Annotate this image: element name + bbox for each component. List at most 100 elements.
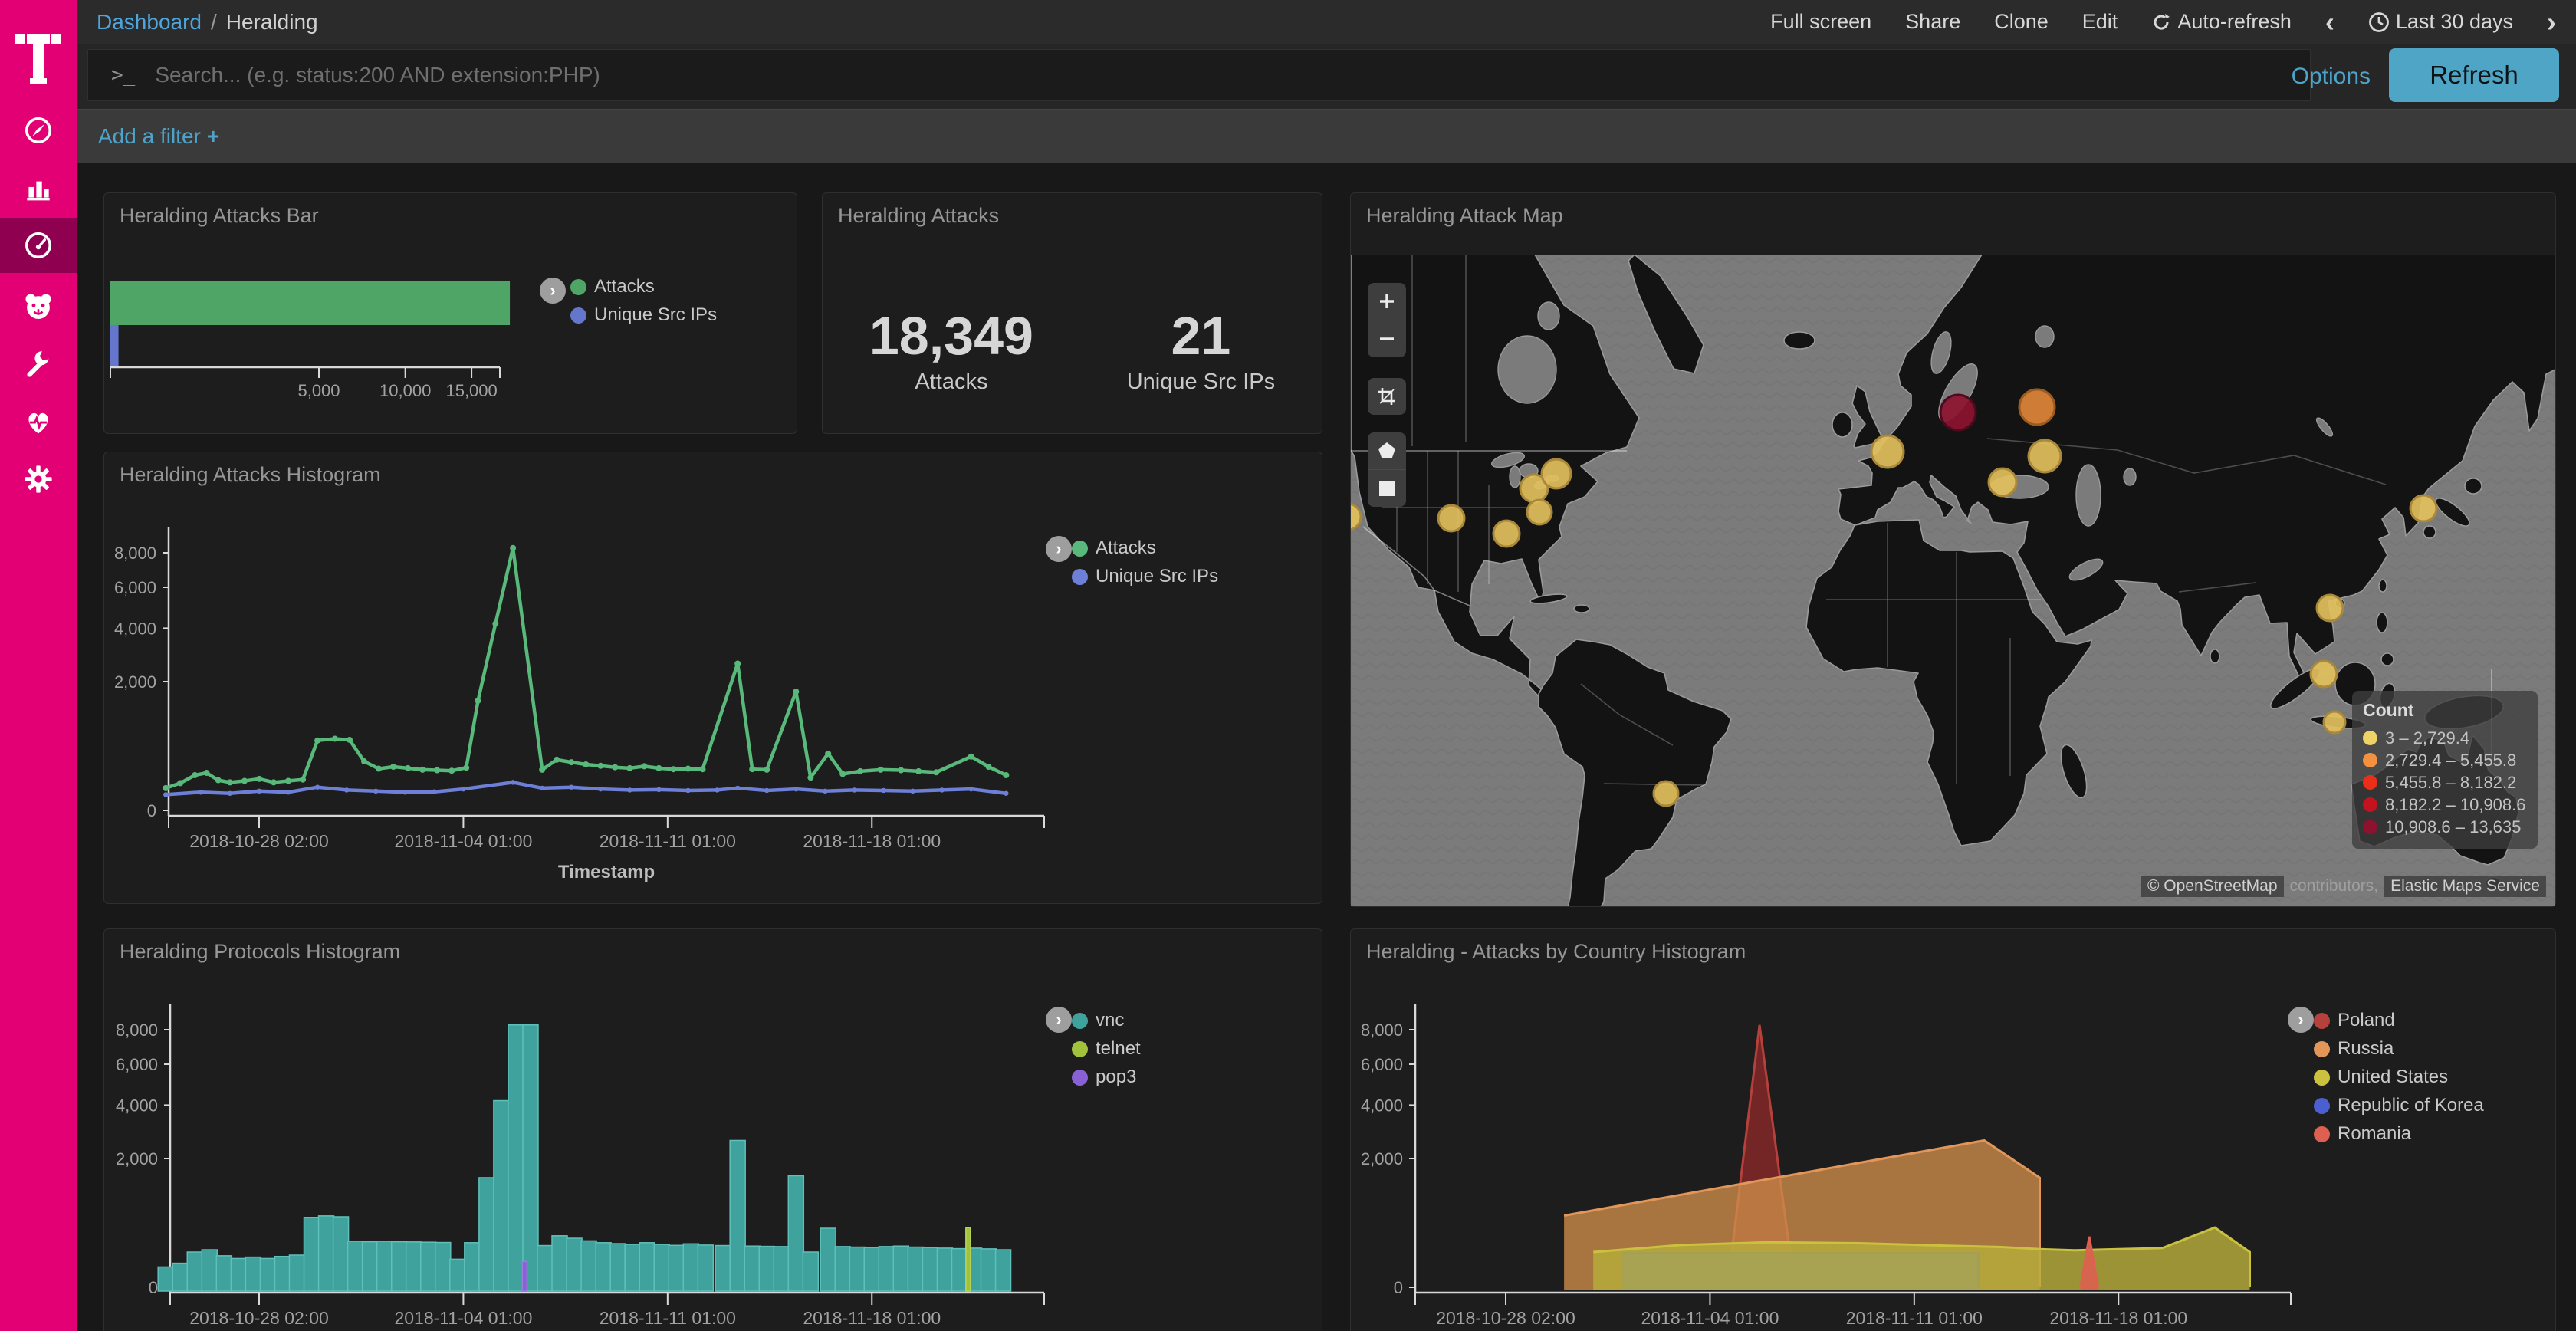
sidebar-item-timelion[interactable] xyxy=(0,279,77,334)
map-attack-dot[interactable] xyxy=(1654,781,1678,806)
svg-text:2018-11-18 01:00: 2018-11-18 01:00 xyxy=(2049,1308,2187,1328)
protocols-histogram-chart[interactable]: 02,0004,0006,0008,0002018-10-28 02:00201… xyxy=(104,928,1322,1331)
legend-collapse-button[interactable]: › xyxy=(540,278,566,304)
map-attack-dot[interactable] xyxy=(1871,435,1904,468)
svg-text:2018-10-28 02:00: 2018-10-28 02:00 xyxy=(189,1308,329,1328)
zoom-out-button[interactable] xyxy=(1368,320,1406,357)
panel-attack-map: Heralding Attack Map xyxy=(1350,192,2556,907)
legend-color-dot xyxy=(570,307,586,324)
panel-title: Heralding Attacks xyxy=(838,204,999,228)
legend-item-pop3[interactable]: pop3 xyxy=(1072,1066,1136,1088)
legend-label: Republic of Korea xyxy=(2338,1095,2484,1116)
sidebar-item-discover[interactable] xyxy=(0,103,77,158)
legend-color-dot xyxy=(1072,1041,1088,1057)
time-next-button[interactable]: › xyxy=(2547,8,2556,36)
map-legend-range: 8,182.2 – 10,908.6 xyxy=(2363,794,2527,816)
sidebar-item-dev-tools[interactable] xyxy=(0,337,77,392)
draw-rectangle-button[interactable] xyxy=(1368,470,1406,507)
legend-range-label: 5,455.8 – 8,182.2 xyxy=(2385,773,2516,793)
add-filter-button[interactable]: Add a filter+ xyxy=(98,124,219,149)
telekom-logo[interactable] xyxy=(14,17,63,87)
legend-collapse-button[interactable]: › xyxy=(1046,536,1072,562)
legend-item-romania[interactable]: Romania xyxy=(2314,1123,2411,1145)
legend-label: United States xyxy=(2338,1066,2448,1088)
legend-color-dot xyxy=(2363,797,2377,812)
legend-item-attacks[interactable]: Attacks xyxy=(1072,537,1156,559)
refresh-button[interactable]: Refresh xyxy=(2389,48,2559,102)
svg-text:0: 0 xyxy=(1394,1278,1403,1297)
svg-text:10,000: 10,000 xyxy=(380,381,431,400)
map-attack-dot[interactable] xyxy=(1940,395,1976,430)
panel-title: Heralding Attack Map xyxy=(1366,204,1563,228)
zoom-in-button[interactable] xyxy=(1368,283,1406,320)
legend-range-label: 2,729.4 – 5,455.8 xyxy=(2385,751,2516,771)
time-prev-button[interactable]: ‹ xyxy=(2325,8,2334,36)
fit-bounds-button[interactable] xyxy=(1368,378,1406,415)
legend-item-telnet[interactable]: telnet xyxy=(1072,1038,1141,1060)
svg-text:6,000: 6,000 xyxy=(116,1055,158,1074)
legend-item-republic-of-korea[interactable]: Republic of Korea xyxy=(2314,1095,2484,1116)
legend-color-dot xyxy=(2314,1070,2330,1086)
map-attack-dot[interactable] xyxy=(1527,500,1552,524)
legend-label: Romania xyxy=(2338,1123,2411,1145)
map-attack-dot[interactable] xyxy=(1493,521,1520,547)
map-attack-dot[interactable] xyxy=(2311,661,2337,687)
sidebar-item-visualize[interactable] xyxy=(0,160,77,215)
legend-item-unique-src-ips[interactable]: Unique Src IPs xyxy=(570,304,717,326)
map-attack-dot[interactable] xyxy=(2029,440,2061,472)
legend-range-label: 3 – 2,729.4 xyxy=(2385,728,2469,748)
time-range-picker[interactable]: Last 30 days xyxy=(2368,10,2513,34)
minus-icon xyxy=(1378,330,1396,348)
legend-label: Attacks xyxy=(594,276,655,297)
legend-color-dot xyxy=(2314,1041,2330,1057)
panel-attacks-metric: Heralding Attacks 18,349 Attacks 21 Uniq… xyxy=(822,192,1322,434)
legend-item-attacks[interactable]: Attacks xyxy=(570,276,655,297)
kibana-dashboard-page: Dashboard / Heralding Full screen Share … xyxy=(0,0,2576,1331)
full-screen-button[interactable]: Full screen xyxy=(1770,10,1871,34)
auto-refresh-button[interactable]: Auto-refresh xyxy=(2151,10,2292,34)
map-zoom-controls xyxy=(1368,283,1406,357)
heart-pulse-icon xyxy=(21,405,55,439)
legend-label: Poland xyxy=(2338,1010,2395,1031)
svg-text:2018-11-18 01:00: 2018-11-18 01:00 xyxy=(803,831,941,851)
map-attack-dot[interactable] xyxy=(2324,712,2345,733)
sidebar xyxy=(0,0,77,1331)
metric-label: Attacks xyxy=(869,370,1033,395)
svg-text:2018-11-04 01:00: 2018-11-04 01:00 xyxy=(394,1308,532,1328)
map-attack-dot[interactable] xyxy=(2317,595,2343,621)
sidebar-item-monitoring[interactable] xyxy=(0,394,77,449)
edit-button[interactable]: Edit xyxy=(2082,10,2118,34)
breadcrumb: Dashboard / Heralding xyxy=(97,10,318,35)
legend-label: Attacks xyxy=(1096,537,1156,559)
legend-collapse-button[interactable]: › xyxy=(1046,1007,1072,1033)
query-prompt-icon: >_ xyxy=(111,64,135,87)
breadcrumb-dashboard-link[interactable]: Dashboard xyxy=(97,10,202,35)
options-link[interactable]: Options xyxy=(2292,44,2371,109)
map-attack-dot[interactable] xyxy=(1438,505,1464,531)
svg-text:4,000: 4,000 xyxy=(116,1096,158,1115)
metric-label: Unique Src IPs xyxy=(1127,370,1275,395)
plus-icon: + xyxy=(207,124,219,148)
legend-color-dot xyxy=(1072,541,1088,557)
map-attack-dot[interactable] xyxy=(1989,468,2016,496)
sidebar-item-management[interactable] xyxy=(0,452,77,507)
legend-item-vnc[interactable]: vnc xyxy=(1072,1010,1124,1031)
map-attack-dot[interactable] xyxy=(2410,495,2436,521)
gear-icon xyxy=(21,462,55,496)
legend-item-unique-src-ips[interactable]: Unique Src IPs xyxy=(1072,566,1218,587)
draw-polygon-button[interactable] xyxy=(1368,432,1406,470)
legend-item-united-states[interactable]: United States xyxy=(2314,1066,2448,1088)
clone-button[interactable]: Clone xyxy=(1994,10,2049,34)
sidebar-item-dashboard[interactable] xyxy=(0,218,77,273)
map-attack-dot[interactable] xyxy=(2019,389,2055,425)
legend-item-poland[interactable]: Poland xyxy=(2314,1010,2395,1031)
osm-attribution-link[interactable]: © OpenStreetMap xyxy=(2141,876,2284,897)
pentagon-icon xyxy=(1377,441,1397,461)
legend-collapse-button[interactable]: › xyxy=(2288,1007,2314,1033)
share-button[interactable]: Share xyxy=(1905,10,1960,34)
search-input[interactable]: >_ Search... (e.g. status:200 AND extens… xyxy=(87,49,2311,101)
map-attack-dot[interactable] xyxy=(1542,459,1571,488)
ems-attribution-link[interactable]: Elastic Maps Service xyxy=(2384,876,2546,897)
attacks-histogram-chart[interactable]: 02,0004,0006,0008,0002018-10-28 02:00201… xyxy=(104,452,1322,904)
legend-item-russia[interactable]: Russia xyxy=(2314,1038,2394,1060)
